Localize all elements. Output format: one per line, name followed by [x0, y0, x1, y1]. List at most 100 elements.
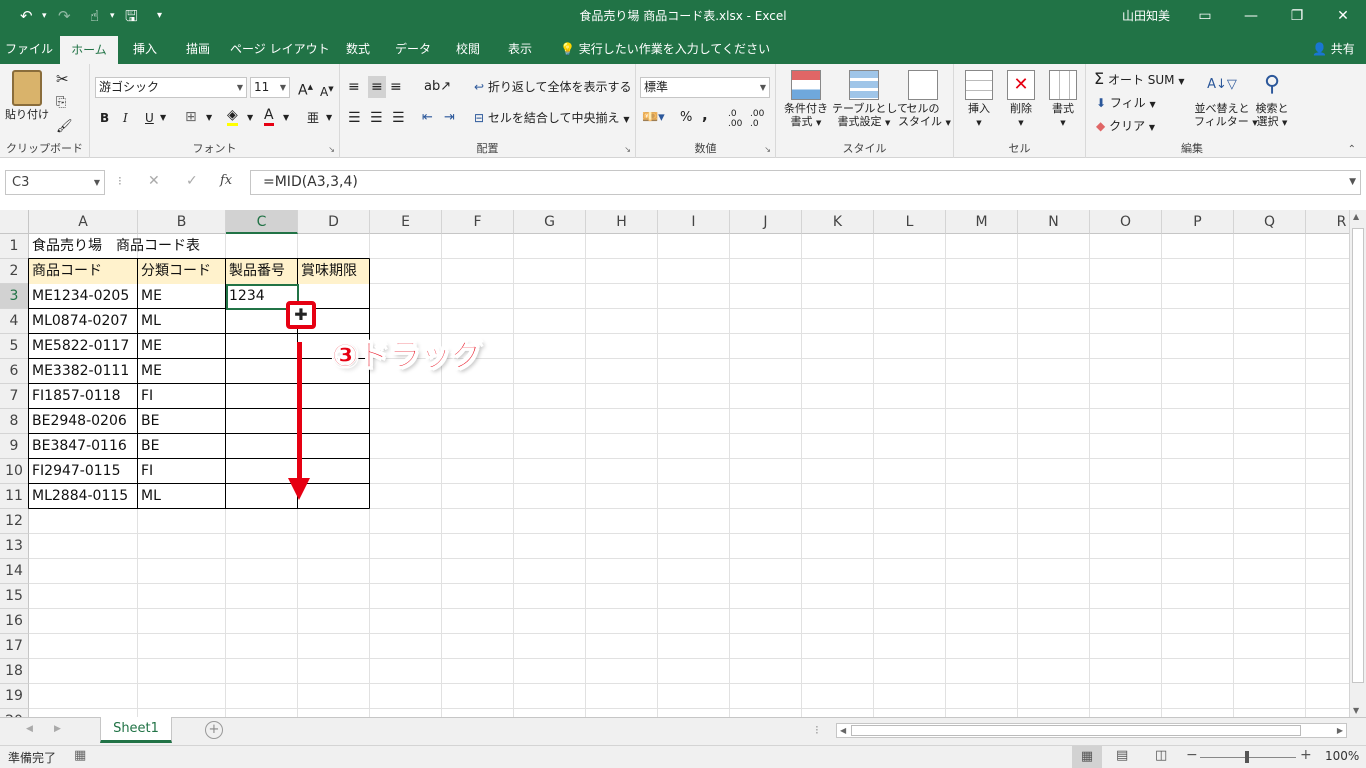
class-code-cell[interactable]: ME [138, 284, 225, 309]
cut-icon[interactable]: ✂ [56, 68, 69, 90]
format-painter-icon[interactable]: 🖌 [56, 116, 73, 138]
product-code-cell[interactable]: FI1857-0118 [29, 384, 137, 409]
number-format-select[interactable]: 標準 ▼ [640, 77, 770, 98]
font-name-select[interactable]: 游ゴシック ▼ [95, 77, 247, 98]
column-header-d[interactable]: D [298, 210, 370, 234]
column-header-m[interactable]: M [946, 210, 1018, 234]
format-cells-button[interactable]: 書式 ▼ [1044, 70, 1082, 130]
row-header-19[interactable]: 19 [0, 684, 29, 709]
align-middle-icon[interactable]: ≡ [368, 76, 386, 98]
select-all-corner[interactable] [0, 210, 29, 234]
dialog-launcher-icon[interactable]: ↘ [328, 145, 335, 154]
orientation-icon[interactable]: ab↗ [424, 76, 451, 98]
row-header-5[interactable]: 5 [0, 334, 29, 359]
insert-cells-button[interactable]: 挿入 ▼ [960, 70, 998, 130]
user-name[interactable]: 山田知美 [1122, 0, 1170, 32]
touch-mode-icon[interactable]: ☝ [90, 0, 99, 32]
row-header-12[interactable]: 12 [0, 509, 29, 534]
close-icon[interactable]: ✕ [1320, 0, 1366, 32]
class-code-cell[interactable]: ME [138, 334, 225, 359]
save-icon[interactable]: 🖫 [125, 0, 138, 32]
zoom-level[interactable]: 100% [1325, 749, 1359, 763]
underline-button[interactable]: U [145, 107, 154, 129]
find-select-button[interactable]: ⚲ 検索と 選択 ▼ [1250, 70, 1294, 130]
row-header-17[interactable]: 17 [0, 634, 29, 659]
align-bottom-icon[interactable]: ≡ [390, 76, 402, 98]
undo-icon[interactable]: ↶ [20, 0, 33, 32]
phonetic-dropdown-icon[interactable]: ▼ [326, 107, 332, 129]
class-code-cell[interactable]: ML [138, 309, 225, 334]
align-left-icon[interactable]: ☰ [348, 107, 361, 129]
autosum-button[interactable]: Σ オート SUM ▼ [1094, 68, 1185, 90]
column-header-e[interactable]: E [370, 210, 442, 234]
grow-font-icon[interactable]: A▲ [298, 76, 313, 99]
column-header-k[interactable]: K [802, 210, 874, 234]
row-header-9[interactable]: 9 [0, 434, 29, 459]
align-top-icon[interactable]: ≡ [348, 76, 360, 98]
sort-filter-button[interactable]: A↓▽ 並べ替えと フィルター ▼ [1194, 70, 1258, 130]
increase-indent-icon[interactable]: ⇥ [444, 107, 455, 129]
decrease-indent-icon[interactable]: ⇤ [422, 107, 433, 129]
merge-center-button[interactable]: ⊟ セルを結合して中央揃え ▼ [474, 107, 630, 129]
format-as-table-button[interactable]: テーブルとして 書式設定 ▼ [832, 70, 908, 130]
customize-qat-icon[interactable]: ▾ [157, 0, 162, 32]
row-header-1[interactable]: 1 [0, 234, 29, 259]
vertical-scrollbar[interactable]: ▲ ▼ [1349, 210, 1366, 717]
scroll-up-icon[interactable]: ▲ [1353, 212, 1359, 221]
dialog-launcher-icon[interactable]: ↘ [764, 145, 771, 154]
conditional-formatting-button[interactable]: 条件付き 書式 ▼ [780, 70, 832, 130]
enter-icon[interactable]: ✓ [186, 173, 198, 189]
borders-icon[interactable]: ⊞ [185, 106, 197, 128]
scroll-right-icon[interactable]: ▶ [1337, 724, 1343, 737]
row-header-11[interactable]: 11 [0, 484, 29, 509]
column-header-j[interactable]: J [730, 210, 802, 234]
column-header-i[interactable]: I [658, 210, 730, 234]
column-header-b[interactable]: B [138, 210, 226, 234]
scroll-left-icon[interactable]: ◀ [840, 724, 846, 737]
minimize-icon[interactable]: — [1228, 0, 1274, 32]
column-header-p[interactable]: P [1162, 210, 1234, 234]
row-header-14[interactable]: 14 [0, 559, 29, 584]
tab-formulas[interactable]: 数式 [336, 32, 380, 64]
align-right-icon[interactable]: ☰ [392, 107, 405, 129]
tell-me-box[interactable]: 💡 実行したい作業を入力してください [560, 32, 770, 64]
underline-dropdown-icon[interactable]: ▼ [160, 107, 166, 129]
sheet-tab-sheet1[interactable]: Sheet1 [100, 717, 172, 743]
expand-formula-icon[interactable]: ▼ [1349, 171, 1356, 194]
product-code-cell[interactable]: ME3382-0111 [29, 359, 137, 384]
class-code-cell[interactable]: FI [138, 384, 225, 409]
italic-button[interactable]: I [123, 107, 128, 129]
tab-draw[interactable]: 描画 [176, 32, 220, 64]
share-button[interactable]: 👤 共有 [1312, 32, 1355, 64]
formula-input[interactable]: =MID(A3,3,4) ▼ [250, 170, 1361, 195]
new-sheet-icon[interactable]: + [205, 721, 223, 739]
header-cell[interactable]: 製品番号 [226, 259, 297, 284]
redo-icon[interactable]: ↷ [58, 0, 71, 32]
cell-styles-button[interactable]: セルの スタイル ▼ [898, 70, 951, 130]
row-header-3[interactable]: 3 [0, 284, 29, 309]
class-code-cell[interactable]: FI [138, 459, 225, 484]
row-header-16[interactable]: 16 [0, 609, 29, 634]
tab-split-icon[interactable]: ⁝ [815, 723, 819, 737]
borders-dropdown-icon[interactable]: ▼ [206, 107, 212, 129]
prev-sheet-icon[interactable]: ◀ [26, 724, 33, 734]
product-code-cell[interactable]: ME5822-0117 [29, 334, 137, 359]
shrink-font-icon[interactable]: A▼ [320, 78, 334, 100]
row-header-15[interactable]: 15 [0, 584, 29, 609]
next-sheet-icon[interactable]: ▶ [54, 724, 61, 734]
decrease-decimal-icon[interactable]: .00.0 [750, 109, 764, 131]
column-header-o[interactable]: O [1090, 210, 1162, 234]
tab-home[interactable]: ホーム [60, 36, 118, 64]
tab-review[interactable]: 校閲 [446, 32, 490, 64]
class-code-cell[interactable]: ME [138, 359, 225, 384]
product-code-cell[interactable]: ML0874-0207 [29, 309, 137, 334]
font-color-dropdown-icon[interactable]: ▼ [283, 107, 289, 129]
delete-cells-button[interactable]: ✕ 削除 ▼ [1002, 70, 1040, 130]
percent-button[interactable]: % [680, 107, 692, 129]
cell-a1-title[interactable]: 食品売り場 商品コード表 [29, 234, 200, 259]
name-box[interactable]: C3 ▼ [5, 170, 105, 195]
page-break-view-icon[interactable]: ◫ [1155, 748, 1167, 763]
cancel-icon[interactable]: ✕ [148, 173, 160, 189]
horizontal-scrollbar[interactable]: ◀ ▶ [836, 723, 1347, 738]
paste-button[interactable]: 貼り付け [4, 70, 50, 121]
